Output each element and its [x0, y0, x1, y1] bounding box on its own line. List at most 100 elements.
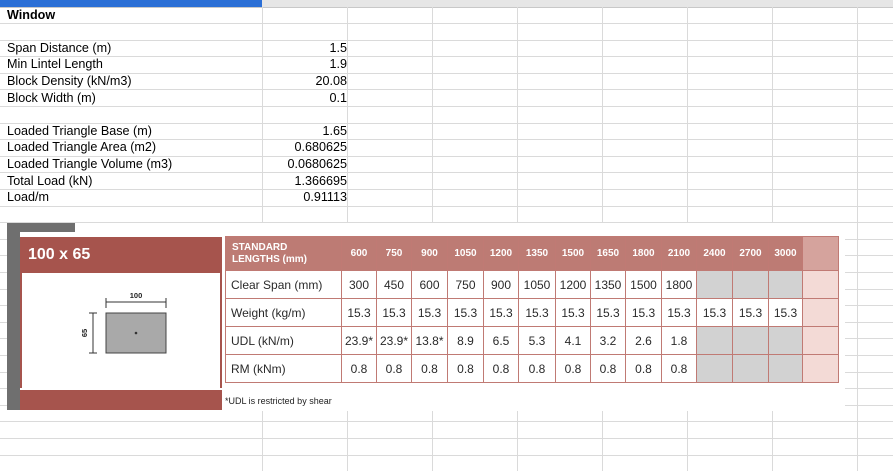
calc-label-cell[interactable]: Loaded Triangle Volume (m3)	[7, 156, 172, 172]
table-cell: 15.3	[590, 298, 626, 327]
row-gridline	[0, 421, 893, 422]
table-cell: 23.9*	[376, 326, 412, 355]
table-cell: 15.3	[696, 298, 733, 327]
row-gridline	[0, 89, 893, 90]
table-cell: 0.8	[590, 354, 626, 383]
input-value-cell[interactable]: 0.1	[262, 90, 347, 106]
calc-value-cell[interactable]: 0.91113	[262, 189, 347, 205]
input-label-cell[interactable]: Span Distance (m)	[7, 40, 111, 56]
header-line1: STANDARD	[232, 241, 288, 253]
image-footer-bar	[20, 390, 222, 410]
header-length-cell: 3000	[768, 236, 803, 271]
table-cell-empty	[802, 298, 839, 327]
calc-label-cell[interactable]: Loaded Triangle Area (m2)	[7, 139, 156, 155]
table-row: Weight (kg/m) 15.3 15.3 15.3 15.3 15.3 1…	[225, 298, 839, 327]
lintel-spec-image[interactable]: 100 x 65 100 65 STANDARD LENGTHS (mm) 60…	[7, 223, 845, 411]
input-value-cell[interactable]: 1.5	[262, 40, 347, 56]
row-gridline	[0, 206, 893, 207]
row-label-cell: RM (kNm)	[225, 354, 342, 383]
height-dimension-label: 65	[80, 329, 89, 337]
input-label-cell[interactable]: Block Density (kN/m3)	[7, 73, 132, 89]
input-label-cell[interactable]: Min Lintel Length	[7, 56, 103, 72]
header-length-cell: 750	[376, 236, 412, 271]
table-cell: 15.3	[447, 298, 484, 327]
header-length-cell: 1500	[555, 236, 591, 271]
table-cell: 750	[447, 270, 484, 299]
table-cell: 0.8	[447, 354, 484, 383]
row-gridline	[0, 189, 893, 190]
input-value-cell[interactable]: 1.9	[262, 56, 347, 72]
row-gridline	[0, 455, 893, 456]
table-cell: 0.8	[411, 354, 448, 383]
row-label-cell: Weight (kg/m)	[225, 298, 342, 327]
table-cell-blank	[732, 326, 769, 355]
section-center-dot	[134, 331, 138, 335]
input-label-cell[interactable]: Block Width (m)	[7, 90, 96, 106]
table-cell: 15.3	[732, 298, 769, 327]
table-cell: 1800	[661, 270, 697, 299]
header-length-cell: 600	[341, 236, 377, 271]
calc-value-cell[interactable]: 1.65	[262, 123, 347, 139]
header-label-cell: STANDARD LENGTHS (mm)	[225, 236, 342, 271]
calc-value-cell[interactable]: 1.366695	[262, 173, 347, 189]
table-cell: 15.3	[341, 298, 377, 327]
table-row: RM (kNm) 0.8 0.8 0.8 0.8 0.8 0.8 0.8 0.8…	[225, 354, 839, 383]
calc-label-cell[interactable]: Load/m	[7, 189, 49, 205]
cross-section-drawing: 100 65	[80, 291, 167, 354]
spreadsheet-grid[interactable]: Window Span Distance (m) 1.5 Min Lintel …	[0, 0, 893, 471]
row-gridline	[0, 23, 893, 24]
table-cell: 0.8	[376, 354, 412, 383]
header-length-cell: 2100	[661, 236, 697, 271]
table-cell-blank	[768, 326, 803, 355]
table-cell: 23.9*	[341, 326, 377, 355]
header-length-cell: 900	[411, 236, 448, 271]
header-line2: LENGTHS (mm)	[232, 253, 307, 265]
table-cell-blank	[768, 270, 803, 299]
table-cell: 8.9	[447, 326, 484, 355]
row-gridline	[0, 73, 893, 74]
table-cell: 1350	[590, 270, 626, 299]
row-gridline	[0, 106, 893, 107]
table-row: UDL (kN/m) 23.9* 23.9* 13.8* 8.9 6.5 5.3…	[225, 326, 839, 355]
table-cell: 15.3	[625, 298, 662, 327]
row-gridline	[0, 172, 893, 173]
calc-value-cell[interactable]: 0.0680625	[262, 156, 347, 172]
row-label-cell: UDL (kN/m)	[225, 326, 342, 355]
table-cell: 1200	[555, 270, 591, 299]
header-length-cell: 1050	[447, 236, 484, 271]
table-cell: 1500	[625, 270, 662, 299]
table-cell: 15.3	[411, 298, 448, 327]
header-length-cell: 2400	[696, 236, 733, 271]
table-cell: 15.3	[518, 298, 556, 327]
sheet-title-cell[interactable]: Window	[7, 7, 55, 23]
table-cell-empty	[802, 326, 839, 355]
table-cell: 15.3	[661, 298, 697, 327]
table-cell: 0.8	[555, 354, 591, 383]
table-cell: 1050	[518, 270, 556, 299]
table-cell: 300	[341, 270, 377, 299]
header-empty-cell	[802, 236, 839, 271]
table-cell-blank	[696, 326, 733, 355]
udl-footnote: *UDL is restricted by shear	[225, 396, 332, 406]
table-cell: 1.8	[661, 326, 697, 355]
table-cell-blank	[732, 354, 769, 383]
lintel-cross-section: 100 65	[20, 273, 222, 388]
lintel-spec-table: STANDARD LENGTHS (mm) 600 750 900 1050 12…	[225, 236, 839, 383]
table-cell: 4.1	[555, 326, 591, 355]
row-gridline	[0, 56, 893, 57]
table-cell: 15.3	[768, 298, 803, 327]
input-value-cell[interactable]: 20.08	[262, 73, 347, 89]
calc-value-cell[interactable]: 0.680625	[262, 139, 347, 155]
table-cell-blank	[696, 270, 733, 299]
header-length-cell: 1350	[518, 236, 556, 271]
table-cell-blank	[732, 270, 769, 299]
calc-label-cell[interactable]: Loaded Triangle Base (m)	[7, 123, 152, 139]
calc-label-cell[interactable]: Total Load (kN)	[7, 173, 92, 189]
table-cell-blank	[768, 354, 803, 383]
table-cell: 0.8	[483, 354, 519, 383]
header-length-cell: 1200	[483, 236, 519, 271]
image-frame-edge	[7, 232, 20, 410]
selected-column-header[interactable]	[0, 0, 262, 7]
lintel-size-title: 100 x 65	[20, 237, 222, 273]
table-cell: 900	[483, 270, 519, 299]
